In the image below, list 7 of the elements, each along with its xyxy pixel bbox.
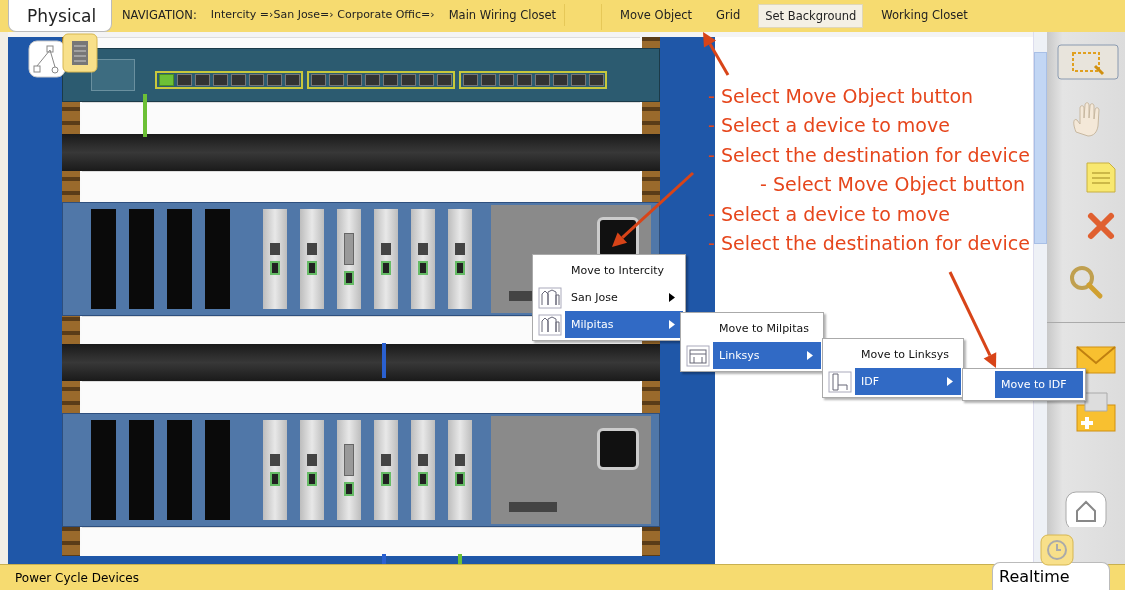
instruction-text: - Select Move Object button (759, 172, 1027, 198)
instruction-text: - Select the destination for device (708, 231, 1030, 257)
instruction-text: - Select Move Object button (708, 84, 975, 109)
navigation-label: NAVIGATION: (122, 8, 197, 22)
instruction-text: - Select a device to move (708, 201, 951, 227)
instruction-text: - Select a device to move (708, 113, 951, 139)
instruction-text: - Select the destination for device (708, 142, 1030, 168)
